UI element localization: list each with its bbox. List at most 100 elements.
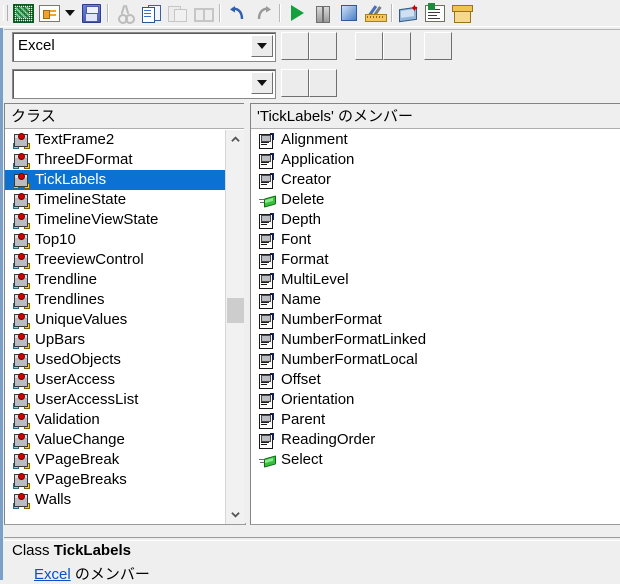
toolbar-divider bbox=[0, 26, 620, 30]
design-ruler-pen-icon bbox=[365, 4, 387, 22]
reset-button[interactable] bbox=[336, 1, 362, 25]
view-excel-object-button[interactable] bbox=[10, 1, 36, 25]
library-combo[interactable]: Excel bbox=[12, 32, 276, 62]
scrollbar-thumb[interactable] bbox=[227, 298, 244, 323]
property-icon bbox=[259, 292, 275, 309]
properties-window-button[interactable] bbox=[422, 1, 448, 25]
search-combo-dropdown-button[interactable] bbox=[251, 72, 273, 94]
member-list-item[interactable]: ReadingOrder bbox=[251, 430, 620, 450]
class-list-item[interactable]: TreeviewControl bbox=[5, 250, 226, 270]
classes-list[interactable]: TextFrame2 ThreeDFormat TickLabels Timeline… bbox=[5, 130, 226, 524]
class-list-item[interactable]: UpBars bbox=[5, 330, 226, 350]
class-list-item[interactable]: Trendline bbox=[5, 270, 226, 290]
member-list-item-label: Font bbox=[281, 231, 312, 248]
class-list-item[interactable]: Trendlines bbox=[5, 290, 226, 310]
save-button[interactable] bbox=[78, 1, 104, 25]
member-list-item[interactable]: Delete bbox=[251, 190, 620, 210]
class-list-item[interactable]: VPageBreak bbox=[5, 450, 226, 470]
class-list-item[interactable]: TextFrame2 bbox=[5, 130, 226, 150]
copy-to-clipboard-button[interactable] bbox=[355, 32, 383, 60]
go-back-button[interactable] bbox=[281, 32, 309, 60]
class-icon bbox=[13, 392, 30, 409]
break-button[interactable] bbox=[310, 1, 336, 25]
member-list-item[interactable]: Font bbox=[251, 230, 620, 250]
classes-pane-header: クラス bbox=[5, 104, 245, 129]
class-list-item[interactable]: Validation bbox=[5, 410, 226, 430]
toolbar-grip[interactable] bbox=[3, 5, 8, 21]
main-toolbar: ✦ bbox=[0, 0, 620, 26]
member-list-item[interactable]: Name bbox=[251, 290, 620, 310]
chevron-up-icon bbox=[231, 136, 240, 142]
member-list-item[interactable]: Alignment bbox=[251, 130, 620, 150]
cut-button[interactable] bbox=[112, 1, 138, 25]
class-list-item[interactable]: ValueChange bbox=[5, 430, 226, 450]
design-mode-button[interactable] bbox=[362, 1, 388, 25]
scroll-down-button[interactable] bbox=[226, 505, 245, 524]
help-button[interactable] bbox=[424, 32, 452, 60]
search-combo[interactable] bbox=[12, 69, 276, 99]
member-list-item[interactable]: NumberFormat bbox=[251, 310, 620, 330]
member-list-item[interactable]: Format bbox=[251, 250, 620, 270]
scroll-up-button[interactable] bbox=[226, 130, 245, 149]
class-list-item[interactable]: UsedObjects bbox=[5, 350, 226, 370]
class-list-item-label: VPageBreaks bbox=[35, 471, 127, 488]
class-list-item-label: VPageBreak bbox=[35, 451, 120, 468]
class-list-item[interactable]: TimelineState bbox=[5, 190, 226, 210]
member-list-item-label: NumberFormatLocal bbox=[281, 351, 418, 368]
view-definition-button[interactable] bbox=[383, 32, 411, 60]
method-icon bbox=[259, 453, 276, 468]
property-icon bbox=[259, 332, 275, 349]
search-button[interactable] bbox=[281, 69, 309, 97]
detail-pane: Class TickLabels Excel のメンバー bbox=[4, 537, 620, 583]
class-list-item[interactable]: UniqueValues bbox=[5, 310, 226, 330]
member-list-item[interactable]: NumberFormatLocal bbox=[251, 350, 620, 370]
member-list-item[interactable]: MultiLevel bbox=[251, 270, 620, 290]
find-button[interactable] bbox=[190, 1, 216, 25]
view-dropdown-button[interactable] bbox=[62, 1, 78, 25]
class-list-item-label: UniqueValues bbox=[35, 311, 128, 328]
chevron-down-icon bbox=[231, 512, 240, 518]
class-list-item[interactable]: ThreeDFormat bbox=[5, 150, 226, 170]
classes-scrollbar[interactable] bbox=[225, 130, 245, 524]
member-list-item[interactable]: Offset bbox=[251, 370, 620, 390]
object-browser-button[interactable] bbox=[448, 1, 474, 25]
library-combo-dropdown-button[interactable] bbox=[251, 35, 273, 57]
class-list-item[interactable]: TimelineViewState bbox=[5, 210, 226, 230]
member-list-item[interactable]: Select bbox=[251, 450, 620, 470]
paste-button[interactable] bbox=[164, 1, 190, 25]
members-list[interactable]: Alignment Application Creator Delete Depth Fo… bbox=[251, 130, 620, 524]
class-list-item-label: TimelineViewState bbox=[35, 211, 159, 228]
class-list-item[interactable]: TickLabels bbox=[5, 170, 226, 190]
class-list-item[interactable]: Top10 bbox=[5, 230, 226, 250]
member-list-item[interactable]: Depth bbox=[251, 210, 620, 230]
class-list-item[interactable]: VPageBreaks bbox=[5, 470, 226, 490]
run-button[interactable] bbox=[284, 1, 310, 25]
member-list-item-label: Application bbox=[281, 151, 355, 168]
member-list-item-label: Select bbox=[281, 451, 323, 468]
view-project-button[interactable] bbox=[36, 1, 62, 25]
class-list-item[interactable]: UserAccessList bbox=[5, 390, 226, 410]
member-list-item-label: Creator bbox=[281, 171, 332, 188]
member-list-item[interactable]: NumberFormatLinked bbox=[251, 330, 620, 350]
member-list-item[interactable]: Parent bbox=[251, 410, 620, 430]
go-forward-button[interactable] bbox=[309, 32, 337, 60]
member-list-item-label: Parent bbox=[281, 411, 326, 428]
class-list-item[interactable]: Walls bbox=[5, 490, 226, 510]
detail-library-link[interactable]: Excel bbox=[34, 566, 71, 583]
class-list-item-label: TreeviewControl bbox=[35, 251, 144, 268]
class-list-item[interactable]: UserAccess bbox=[5, 370, 226, 390]
copy-button[interactable] bbox=[138, 1, 164, 25]
member-list-item[interactable]: Application bbox=[251, 150, 620, 170]
redo-button[interactable] bbox=[250, 1, 276, 25]
undo-button[interactable] bbox=[224, 1, 250, 25]
member-list-item[interactable]: Orientation bbox=[251, 390, 620, 410]
project-explorer-button[interactable]: ✦ bbox=[396, 1, 422, 25]
property-icon bbox=[259, 172, 275, 189]
property-icon bbox=[259, 352, 275, 369]
show-hide-results-button[interactable] bbox=[309, 69, 337, 97]
class-list-item-label: UserAccess bbox=[35, 371, 116, 388]
member-list-item[interactable]: Creator bbox=[251, 170, 620, 190]
members-pane: 'TickLabels' のメンバー Alignment Application C… bbox=[250, 103, 620, 525]
chevron-down-icon bbox=[65, 10, 75, 16]
toolbar-separator bbox=[279, 4, 281, 22]
